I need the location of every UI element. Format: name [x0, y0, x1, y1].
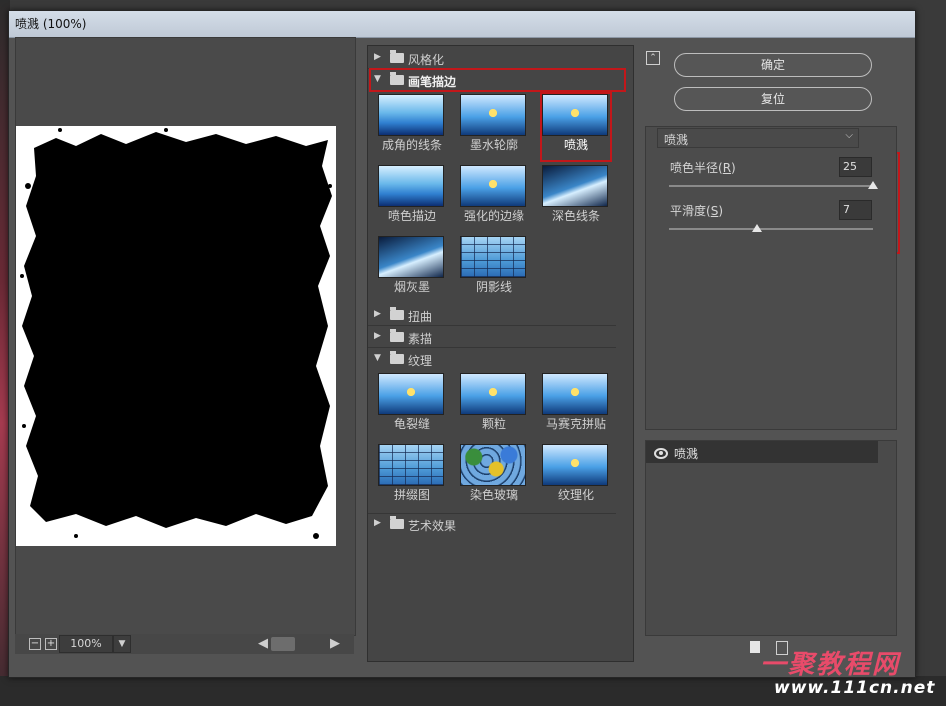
site-watermark: 一聚教程网 www.111cn.net — [760, 650, 936, 698]
filter-select[interactable]: 喷溅 ⌵ — [657, 128, 859, 148]
filter-thumb-sumi-e[interactable]: 烟灰墨 — [374, 234, 450, 298]
collapse-gallery-icon[interactable]: ⌃ — [646, 51, 660, 65]
selected-filter-highlight — [540, 92, 612, 162]
filter-thumb-crosshatch[interactable]: 阴影线 — [456, 234, 532, 298]
filter-thumb-ink-outlines[interactable]: 墨水轮廓 — [456, 92, 532, 156]
expand-arrow-icon: ▶ — [374, 309, 381, 319]
filter-thumb-texturizer[interactable]: 纹理化 — [538, 442, 614, 506]
preview-statusbar: − + 100% ▼ ◀ ▶ — [15, 634, 354, 654]
chevron-down-icon: ⌵ — [845, 130, 853, 141]
filter-preview-image — [542, 165, 608, 207]
effect-layers-panel — [645, 440, 897, 636]
filter-preview-image — [378, 373, 444, 415]
filter-thumb-mosaic-tiles[interactable]: 马赛克拼贴 — [538, 371, 614, 435]
horizontal-scroll-thumb[interactable] — [271, 637, 295, 651]
effect-layer-row[interactable]: 喷溅 — [646, 441, 878, 463]
folder-icon — [390, 329, 404, 342]
folder-icon — [390, 351, 404, 364]
expand-arrow-icon: ▶ — [374, 518, 381, 528]
category-texture[interactable]: ▼ 纹理 — [368, 349, 616, 369]
splatter-preview-image — [16, 126, 336, 546]
reset-button[interactable]: 复位 — [674, 87, 872, 111]
zoom-in-button[interactable]: + — [45, 638, 57, 650]
filter-thumb-dark-strokes[interactable]: 深色线条 — [538, 163, 614, 227]
zoom-out-button[interactable]: − — [29, 638, 41, 650]
eye-icon[interactable] — [654, 448, 668, 459]
zoom-dropdown-icon[interactable]: ▼ — [113, 635, 131, 653]
filter-preview-image — [460, 94, 526, 136]
expand-arrow-icon: ▶ — [374, 52, 381, 62]
zoom-level[interactable]: 100% — [59, 635, 113, 653]
filter-thumb-angled-strokes[interactable]: 成角的线条 — [374, 92, 450, 156]
filter-preview-image — [378, 94, 444, 136]
filter-preview-image — [378, 444, 444, 486]
spray-radius-slider[interactable] — [669, 185, 873, 187]
folder-icon — [390, 307, 404, 320]
ok-button[interactable]: 确定 — [674, 53, 872, 77]
category-artistic[interactable]: ▶ 艺术效果 — [368, 513, 616, 534]
filter-thumb-patchwork[interactable]: 拼缀图 — [374, 442, 450, 506]
filter-preview-image — [378, 165, 444, 207]
filter-thumb-craquelure[interactable]: 龟裂缝 — [374, 371, 450, 435]
category-stylize[interactable]: ▶ 风格化 — [368, 48, 616, 69]
smoothness-input[interactable]: 7 — [839, 200, 872, 220]
scroll-left-icon[interactable]: ◀ — [258, 636, 268, 651]
filter-preview-image — [378, 236, 444, 278]
scroll-right-icon[interactable]: ▶ — [330, 636, 340, 651]
filter-preview-image — [542, 444, 608, 486]
spray-radius-slider-thumb[interactable] — [868, 181, 878, 189]
smoothness-slider[interactable] — [669, 228, 873, 230]
category-sketch[interactable]: ▶ 素描 — [368, 327, 616, 348]
folder-icon — [390, 50, 404, 63]
filter-preview-image — [460, 444, 526, 486]
filter-preview-image — [460, 236, 526, 278]
filter-thumb-sprayed-strokes[interactable]: 喷色描边 — [374, 163, 450, 227]
filter-thumb-accented-edges[interactable]: 强化的边缘 — [456, 163, 532, 227]
filter-thumb-grain[interactable]: 颗粒 — [456, 371, 532, 435]
collapse-arrow-icon: ▼ — [374, 353, 381, 363]
window-title: 喷溅 (100%) — [15, 17, 87, 31]
filter-preview-image — [542, 373, 608, 415]
expand-arrow-icon: ▶ — [374, 331, 381, 341]
annotation-box-category — [369, 68, 626, 92]
preview-panel[interactable] — [15, 37, 356, 636]
filter-thumb-stained-glass[interactable]: 染色玻璃 — [456, 442, 532, 506]
filter-preview-image — [460, 373, 526, 415]
smoothness-slider-thumb[interactable] — [751, 224, 762, 232]
param-label-spray-radius: 喷色半径(R) — [670, 161, 736, 175]
filter-preview-image — [460, 165, 526, 207]
param-label-smoothness: 平滑度(S) — [670, 204, 724, 218]
category-distort[interactable]: ▶ 扭曲 — [368, 305, 616, 326]
title-bar[interactable]: 喷溅 (100%) — [9, 11, 915, 38]
folder-icon — [390, 516, 404, 529]
spray-radius-input[interactable]: 25 — [839, 157, 872, 177]
preview-canvas[interactable] — [16, 126, 336, 546]
